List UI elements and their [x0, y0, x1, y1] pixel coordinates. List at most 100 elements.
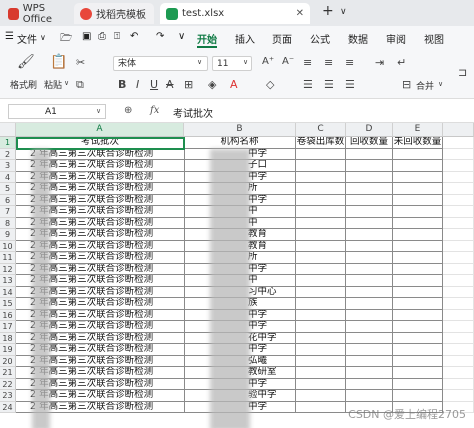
cell-f15[interactable]: [443, 298, 474, 310]
cell-f7[interactable]: [443, 206, 474, 218]
column-header-c[interactable]: C: [296, 123, 346, 137]
cell-f22[interactable]: [443, 378, 474, 390]
cell-e8[interactable]: [393, 217, 443, 229]
cell-e22[interactable]: [393, 378, 443, 390]
menu-insert[interactable]: 插入: [235, 31, 255, 46]
row-header[interactable]: 20: [0, 355, 16, 367]
cell-c12[interactable]: [296, 263, 346, 275]
cell-c9[interactable]: [296, 229, 346, 241]
underline-icon[interactable]: U: [150, 78, 158, 91]
menu-review[interactable]: 审阅: [386, 31, 406, 46]
cell-f9[interactable]: [443, 229, 474, 241]
row-header[interactable]: 23: [0, 390, 16, 402]
close-tab-icon[interactable]: ✕: [296, 8, 304, 19]
cell-c19[interactable]: [296, 344, 346, 356]
row-header[interactable]: 24: [0, 401, 16, 413]
row-header[interactable]: 18: [0, 332, 16, 344]
italic-icon[interactable]: I: [136, 78, 139, 91]
cell-d17[interactable]: [346, 321, 393, 333]
chevron-down-icon[interactable]: ∨: [243, 58, 248, 66]
chevron-down-icon[interactable]: ∨: [96, 107, 101, 115]
increase-font-icon[interactable]: A⁺: [262, 56, 274, 67]
cell-e11[interactable]: [393, 252, 443, 264]
cell-e5[interactable]: [393, 183, 443, 195]
chevron-down-icon[interactable]: ∨: [197, 58, 202, 66]
cell-c4[interactable]: [296, 171, 346, 183]
cell-d15[interactable]: [346, 298, 393, 310]
strikethrough-icon[interactable]: A: [166, 78, 174, 91]
cell-f10[interactable]: [443, 240, 474, 252]
cell-d2[interactable]: [346, 148, 393, 160]
row-header[interactable]: 14: [0, 286, 16, 298]
cut-icon[interactable]: ✂: [76, 56, 85, 69]
cell-c2[interactable]: [296, 148, 346, 160]
open-folder-icon[interactable]: 🗁: [60, 31, 72, 48]
align-center-icon[interactable]: ☰: [324, 78, 334, 91]
dropdown-arrow-icon[interactable]: ∨: [40, 33, 46, 42]
menu-view[interactable]: 视图: [424, 31, 444, 46]
column-header-b[interactable]: B: [184, 123, 296, 137]
print-icon[interactable]: ⎙: [98, 31, 106, 42]
cell-e13[interactable]: [393, 275, 443, 287]
row-header[interactable]: 12: [0, 263, 16, 275]
cell-e21[interactable]: [393, 367, 443, 379]
row-header[interactable]: 17: [0, 321, 16, 333]
cell-c6[interactable]: [296, 194, 346, 206]
cell-d19[interactable]: [346, 344, 393, 356]
cell-d22[interactable]: [346, 378, 393, 390]
function-icon[interactable]: fx: [150, 105, 159, 116]
cell-c16[interactable]: [296, 309, 346, 321]
cell-d10[interactable]: [346, 240, 393, 252]
row-header[interactable]: 6: [0, 194, 16, 206]
row-header[interactable]: 15: [0, 298, 16, 310]
hamburger-menu-icon[interactable]: ☰: [5, 31, 14, 42]
cell-e14[interactable]: [393, 286, 443, 298]
paste-icon[interactable]: 📋: [50, 54, 67, 70]
align-bottom-icon[interactable]: ≡: [345, 56, 354, 69]
cell-c24[interactable]: [296, 401, 346, 413]
cell-d6[interactable]: [346, 194, 393, 206]
row-header[interactable]: 11: [0, 252, 16, 264]
align-top-icon[interactable]: ≡: [303, 56, 312, 69]
row-header[interactable]: 7: [0, 206, 16, 218]
row-header[interactable]: 5: [0, 183, 16, 195]
row-header[interactable]: 16: [0, 309, 16, 321]
more-ribbon-icon[interactable]: ⊐: [458, 66, 467, 79]
cell-c13[interactable]: [296, 275, 346, 287]
cell-e6[interactable]: [393, 194, 443, 206]
cell-d3[interactable]: [346, 160, 393, 172]
row-header[interactable]: 21: [0, 367, 16, 379]
cell-c17[interactable]: [296, 321, 346, 333]
cell-e16[interactable]: [393, 309, 443, 321]
cell-c21[interactable]: [296, 367, 346, 379]
borders-icon[interactable]: ⊞: [184, 78, 193, 91]
cell-e19[interactable]: [393, 344, 443, 356]
cell-f16[interactable]: [443, 309, 474, 321]
cell-f12[interactable]: [443, 263, 474, 275]
formula-content[interactable]: 考试批次: [173, 105, 213, 120]
row-header[interactable]: 1: [0, 137, 16, 149]
save-icon[interactable]: ▣: [82, 31, 91, 42]
tab-test-xlsx[interactable]: test.xlsx ✕: [160, 3, 310, 24]
cell-d8[interactable]: [346, 217, 393, 229]
merge-button[interactable]: 合并: [416, 79, 434, 92]
zoom-icon[interactable]: ⊕: [124, 105, 132, 116]
chevron-down-icon[interactable]: ∨: [438, 80, 443, 88]
font-name-select[interactable]: 宋体: [113, 56, 208, 71]
cell-d4[interactable]: [346, 171, 393, 183]
cell-f11[interactable]: [443, 252, 474, 264]
merge-cells-icon[interactable]: ⊟: [402, 78, 411, 91]
column-header-e[interactable]: E: [393, 123, 443, 137]
cell-e10[interactable]: [393, 240, 443, 252]
fill-color-icon[interactable]: ◈: [208, 78, 216, 91]
cell-d21[interactable]: [346, 367, 393, 379]
cell-f8[interactable]: [443, 217, 474, 229]
menu-home[interactable]: 开始: [197, 31, 217, 46]
undo-icon[interactable]: ↶: [130, 31, 138, 42]
cell-f5[interactable]: [443, 183, 474, 195]
new-tab-button[interactable]: +: [322, 3, 334, 19]
menu-formula[interactable]: 公式: [310, 31, 330, 46]
cell-c23[interactable]: [296, 390, 346, 402]
cell-c14[interactable]: [296, 286, 346, 298]
cell-e1[interactable]: 未回收数量: [393, 137, 443, 149]
